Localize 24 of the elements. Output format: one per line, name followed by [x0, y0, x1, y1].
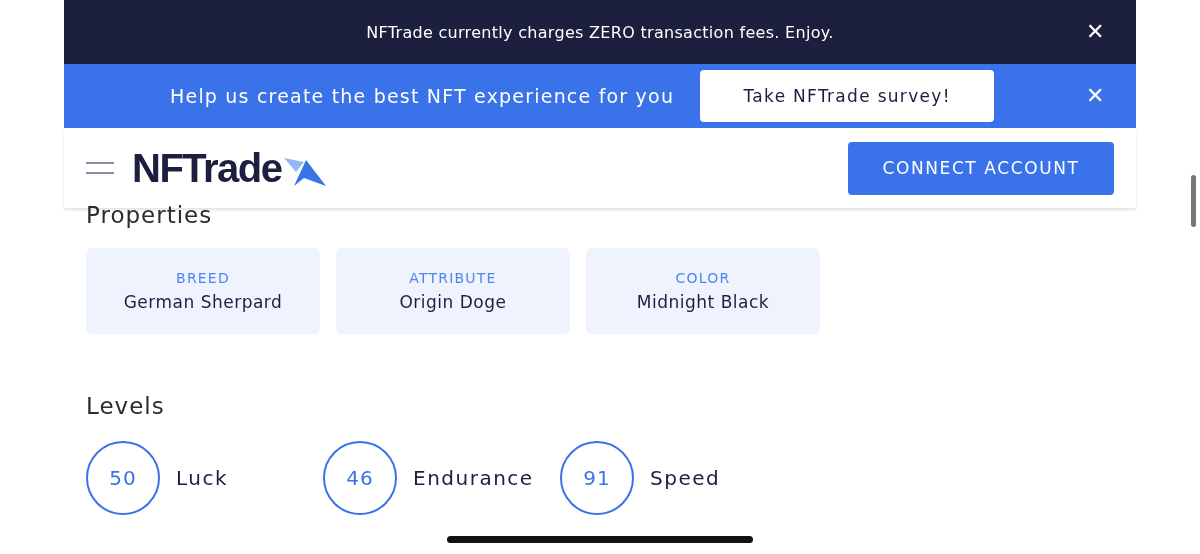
survey-text: Help us create the best NFT experience for you [170, 85, 675, 107]
scrollbar[interactable] [1191, 175, 1196, 227]
property-value: German Sherpard [123, 292, 283, 312]
level-circle: 91 [560, 441, 634, 515]
section-heading: Properties [86, 201, 214, 230]
close-button[interactable]: ✕ [1082, 19, 1108, 45]
logo-text[interactable]: NFTrade [132, 145, 282, 191]
level-name: Endurance [413, 466, 534, 490]
property-label: COLOR [675, 270, 731, 286]
survey-button[interactable]: Take NFTrade survey! [700, 70, 995, 122]
announcement-text: NFTrade currently charges ZERO transaction fees. Enjoy. [366, 22, 834, 42]
level-circle: 50 [86, 441, 160, 515]
property-value: Midnight Black [636, 292, 770, 312]
connect-account-button[interactable]: CONNECT ACCOUNT [848, 141, 1114, 195]
level-circle: 46 [323, 441, 397, 515]
level-name: Speed [650, 466, 721, 490]
logo-icon [283, 156, 326, 188]
menu-icon[interactable] [86, 160, 114, 176]
close-button[interactable]: ✕ [1082, 83, 1108, 109]
section-heading: Levels [86, 392, 166, 421]
property-label: BREED [176, 270, 230, 286]
property-label: ATTRIBUTE [409, 270, 497, 286]
property-value: Origin Doge [399, 292, 507, 312]
level-name: Luck [176, 466, 229, 490]
